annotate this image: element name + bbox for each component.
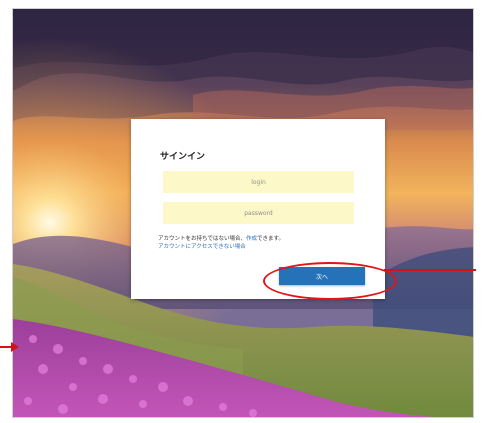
login-input[interactable]	[163, 171, 354, 193]
cannot-access-link[interactable]: アカウントにアクセスできない場合	[158, 243, 246, 252]
signin-title: サインイン	[160, 152, 206, 162]
annotation-arrow-icon	[0, 342, 20, 352]
arrow-shaft	[0, 346, 11, 348]
create-account-link[interactable]: 作成	[246, 236, 257, 242]
highlight-ellipse	[263, 262, 397, 300]
annotation-arrow-line	[384, 269, 476, 271]
no-account-suffix: できます。	[257, 236, 284, 242]
screenshot-frame: サインイン アカウントをお持ちではない場合、作成できます。 アカウントにアクセス…	[12, 8, 474, 418]
password-input[interactable]	[163, 202, 354, 224]
arrow-head	[11, 342, 19, 352]
no-account-label: アカウントをお持ちではない場合、	[158, 236, 247, 242]
